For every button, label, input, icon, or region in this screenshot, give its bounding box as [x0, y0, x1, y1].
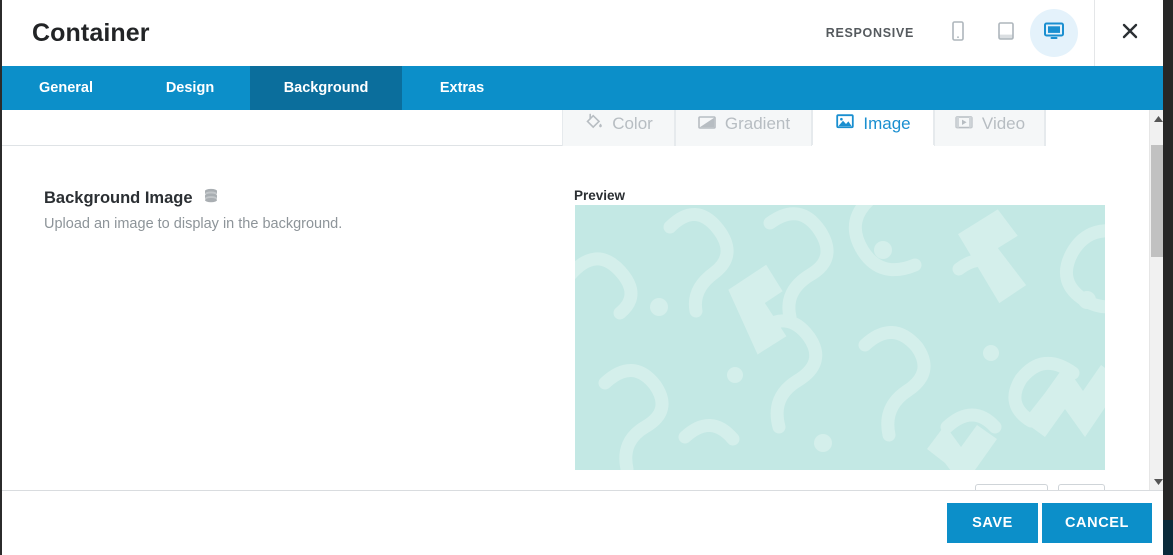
page-title: Container [32, 18, 150, 47]
tab-extras[interactable]: Extras [402, 66, 522, 110]
header-controls: RESPONSIVE [826, 0, 1165, 66]
placeholder-pattern-icon [575, 205, 1105, 470]
subtab-video[interactable]: Video [934, 110, 1045, 146]
image-icon [835, 111, 855, 136]
container-settings-dialog: Container RESPONSIVE General Design Back… [0, 0, 1173, 555]
tab-background[interactable]: Background [250, 66, 402, 121]
subtab-video-label: Video [981, 114, 1026, 133]
tab-general[interactable]: General [2, 66, 130, 110]
device-desktop-button[interactable] [1030, 9, 1078, 57]
active-subtab-underline [812, 145, 934, 147]
background-image-label: Background Image [44, 189, 193, 207]
subtab-image[interactable]: Image [812, 110, 934, 146]
dialog-header: Container RESPONSIVE [2, 0, 1165, 66]
close-icon [1120, 21, 1140, 46]
background-image-field-header: Background Image [44, 188, 218, 209]
database-stack-icon[interactable] [204, 188, 218, 209]
tab-general-label: General [39, 80, 93, 96]
subtab-gradient[interactable]: Gradient [675, 110, 812, 146]
device-mobile-button[interactable] [934, 9, 982, 57]
mobile-icon [950, 20, 966, 46]
cancel-button[interactable]: CANCEL [1042, 503, 1152, 543]
outside-dark-strip [1163, 0, 1173, 555]
subtab-color-label: Color [612, 114, 653, 133]
dialog-footer: SAVE CANCEL [2, 490, 1165, 555]
tablet-icon [996, 21, 1016, 46]
responsive-label: RESPONSIVE [825, 26, 914, 40]
save-button[interactable]: SAVE [947, 503, 1038, 543]
desktop-icon [1043, 21, 1065, 46]
background-type-tabs: Color Gradient Image Video [2, 110, 1149, 146]
main-tab-bar: General Design Background Extras [2, 66, 1165, 121]
tab-background-label: Background [283, 80, 369, 96]
tab-design[interactable]: Design [130, 66, 250, 110]
film-icon [954, 112, 974, 137]
gradient-icon [697, 112, 717, 137]
background-image-description: Upload an image to display in the backgr… [44, 216, 343, 232]
tab-extras-label: Extras [439, 80, 485, 96]
tab-design-label: Design [165, 80, 215, 96]
close-button[interactable] [1095, 0, 1165, 66]
subtab-color[interactable]: Color [562, 110, 675, 146]
preview-image[interactable] [575, 205, 1105, 470]
device-tablet-button[interactable] [982, 9, 1030, 57]
subtab-gradient-label: Gradient [724, 114, 791, 133]
outside-dark-strip-bottom [1163, 520, 1173, 555]
settings-content: Color Gradient Image Video Background Im… [2, 110, 1165, 490]
preview-label: Preview [574, 188, 626, 203]
subtab-image-label: Image [863, 113, 911, 133]
paint-bucket-icon [584, 112, 604, 137]
subtab-filler [1045, 110, 1149, 146]
